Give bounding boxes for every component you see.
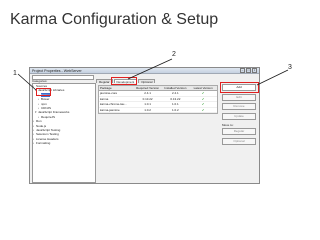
arrow-3 — [256, 69, 289, 86]
arrow-1 — [17, 73, 37, 91]
callout-arrows — [17, 58, 289, 91]
arrow-2 — [127, 58, 173, 80]
